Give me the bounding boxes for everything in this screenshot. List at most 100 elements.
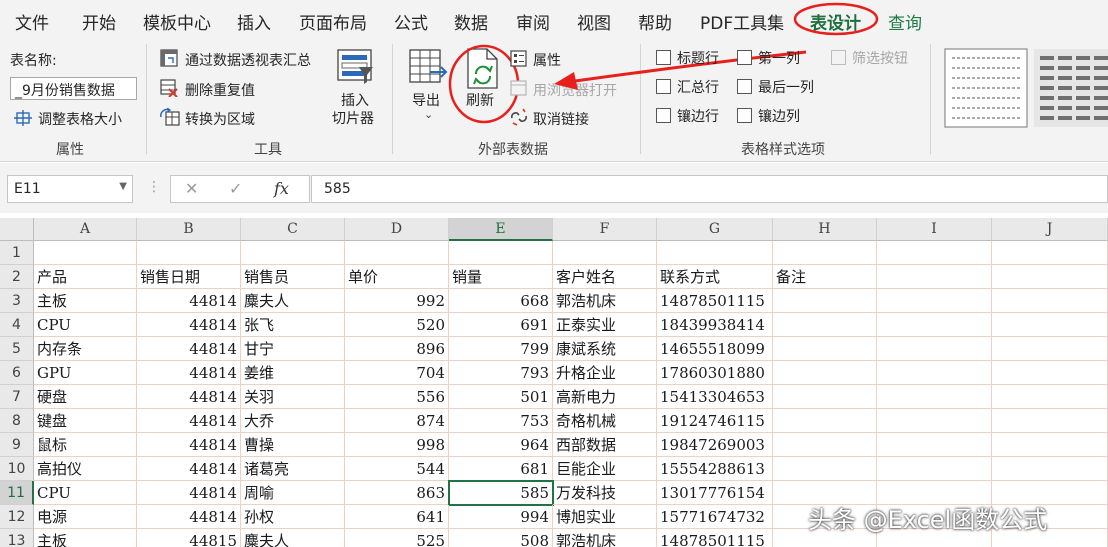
cell-c4[interactable]: 张飞 [241, 313, 345, 337]
cell-f6[interactable]: 升格企业 [553, 361, 657, 385]
insert-slicer-label-2[interactable]: 切片器 [332, 108, 374, 128]
cell-f13[interactable]: 郭浩机床 [553, 529, 657, 547]
cell-j6[interactable] [992, 361, 1108, 385]
cancel-icon[interactable]: ✕ [185, 179, 198, 198]
last-column-checkbox[interactable] [737, 79, 752, 94]
cell-g3[interactable]: 14878501115 [657, 289, 773, 313]
row-header[interactable]: 12 [0, 505, 34, 529]
cell-e2[interactable]: 销量 [449, 265, 553, 289]
cell-c7[interactable]: 关羽 [241, 385, 345, 409]
cell-h3[interactable] [773, 289, 877, 313]
cell-i4[interactable] [877, 313, 992, 337]
tab-insert[interactable]: 插入 [237, 9, 271, 34]
cell-i7[interactable] [877, 385, 992, 409]
cell-d2[interactable]: 单价 [345, 265, 449, 289]
cell-e8[interactable]: 753 [449, 409, 553, 433]
cell-b3[interactable]: 44814 [137, 289, 241, 313]
cell-g12[interactable]: 15771674732 [657, 505, 773, 529]
cell-f4[interactable]: 正泰实业 [553, 313, 657, 337]
cell-h10[interactable] [773, 457, 877, 481]
cell-e9[interactable]: 964 [449, 433, 553, 457]
cell-d12[interactable]: 641 [345, 505, 449, 529]
cell-j7[interactable] [992, 385, 1108, 409]
table-name-input[interactable]: _9月份销售数据 [10, 77, 137, 100]
column-header-a[interactable]: A [34, 218, 137, 241]
column-header-g[interactable]: G [657, 218, 773, 241]
cell-d1[interactable] [345, 241, 449, 265]
cell-c5[interactable]: 甘宁 [241, 337, 345, 361]
cell-b5[interactable]: 44814 [137, 337, 241, 361]
cell-d3[interactable]: 992 [345, 289, 449, 313]
cell-f9[interactable]: 西部数据 [553, 433, 657, 457]
column-header-b[interactable]: B [137, 218, 241, 241]
cell-h2[interactable]: 备注 [773, 265, 877, 289]
column-header-i[interactable]: I [877, 218, 992, 241]
column-header-c[interactable]: C [241, 218, 345, 241]
export-chevron-icon[interactable]: ⌄ [424, 108, 433, 121]
cell-d7[interactable]: 556 [345, 385, 449, 409]
select-all-corner[interactable] [0, 218, 34, 241]
cell-a12[interactable]: 电源 [34, 505, 137, 529]
row-header[interactable]: 4 [0, 313, 34, 337]
cell-a1[interactable] [34, 241, 137, 265]
cell-g13[interactable]: 14878501115 [657, 529, 773, 547]
cell-c6[interactable]: 姜维 [241, 361, 345, 385]
cell-j8[interactable] [992, 409, 1108, 433]
cell-b8[interactable]: 44814 [137, 409, 241, 433]
cell-c13[interactable]: 麋夫人 [241, 529, 345, 547]
tab-formulas[interactable]: 公式 [394, 9, 428, 34]
cell-i9[interactable] [877, 433, 992, 457]
row-header[interactable]: 10 [0, 457, 34, 481]
cell-i6[interactable] [877, 361, 992, 385]
cell-a3[interactable]: 主板 [34, 289, 137, 313]
cell-d9[interactable]: 998 [345, 433, 449, 457]
tab-review[interactable]: 审阅 [516, 9, 550, 34]
cell-e5[interactable]: 799 [449, 337, 553, 361]
unlink-button[interactable]: 取消链接 [533, 109, 589, 129]
column-header-h[interactable]: H [773, 218, 877, 241]
row-header[interactable]: 11 [0, 481, 34, 505]
cell-i5[interactable] [877, 337, 992, 361]
cell-d5[interactable]: 896 [345, 337, 449, 361]
cell-i2[interactable] [877, 265, 992, 289]
first-column-checkbox[interactable] [737, 50, 752, 65]
cell-e11[interactable]: 585 [448, 480, 554, 506]
cell-e1[interactable] [449, 241, 553, 265]
cell-d8[interactable]: 874 [345, 409, 449, 433]
cell-i1[interactable] [877, 241, 992, 265]
cell-b6[interactable]: 44814 [137, 361, 241, 385]
cell-j1[interactable] [992, 241, 1108, 265]
cell-g11[interactable]: 13017776154 [657, 481, 773, 505]
cell-c1[interactable] [241, 241, 345, 265]
cell-f7[interactable]: 高新电力 [553, 385, 657, 409]
cell-f1[interactable] [553, 241, 657, 265]
cell-d10[interactable]: 544 [345, 457, 449, 481]
cell-f10[interactable]: 巨能企业 [553, 457, 657, 481]
pivot-summary-button[interactable]: 通过数据透视表汇总 [185, 50, 311, 70]
row-header[interactable]: 8 [0, 409, 34, 433]
row-header[interactable]: 6 [0, 361, 34, 385]
column-header-j[interactable]: J [992, 218, 1108, 241]
enter-check-icon[interactable]: ✓ [229, 179, 242, 198]
tab-template-center[interactable]: 模板中心 [143, 9, 211, 34]
cell-g8[interactable]: 19124746115 [657, 409, 773, 433]
cell-c9[interactable]: 曹操 [241, 433, 345, 457]
cell-b7[interactable]: 44814 [137, 385, 241, 409]
header-row-checkbox[interactable] [656, 50, 671, 65]
cell-i10[interactable] [877, 457, 992, 481]
cell-e13[interactable]: 508 [449, 529, 553, 547]
cell-a13[interactable]: 主板 [34, 529, 137, 547]
cell-b10[interactable]: 44814 [137, 457, 241, 481]
cell-d4[interactable]: 520 [345, 313, 449, 337]
cell-e10[interactable]: 681 [449, 457, 553, 481]
row-header[interactable]: 1 [0, 241, 34, 265]
cell-j10[interactable] [992, 457, 1108, 481]
cell-f3[interactable]: 郭浩机床 [553, 289, 657, 313]
tab-file[interactable]: 文件 [15, 9, 49, 34]
cell-h1[interactable] [773, 241, 877, 265]
total-row-checkbox[interactable] [656, 79, 671, 94]
cell-h5[interactable] [773, 337, 877, 361]
remove-duplicates-button[interactable]: 删除重复值 [185, 80, 255, 100]
banded-columns-checkbox[interactable] [737, 108, 752, 123]
cell-c8[interactable]: 大乔 [241, 409, 345, 433]
